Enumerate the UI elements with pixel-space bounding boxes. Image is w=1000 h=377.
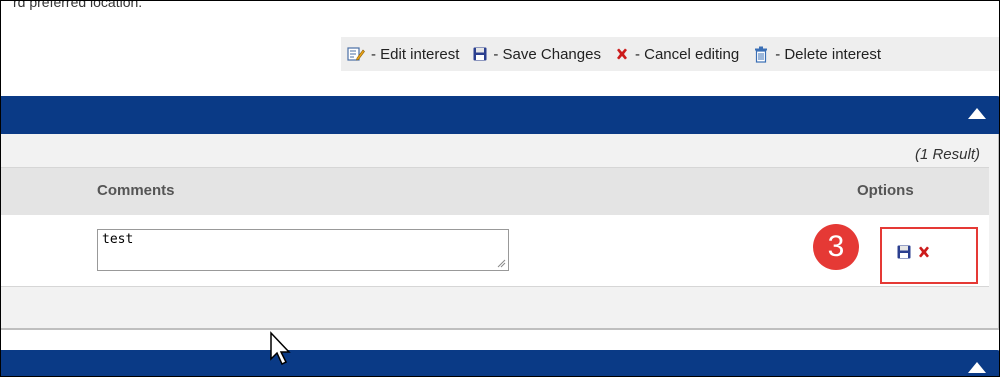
step-number-badge: 3: [813, 224, 859, 270]
floppy-disk-icon: [473, 47, 487, 61]
save-changes-button[interactable]: [897, 245, 911, 259]
comment-value: test: [102, 232, 134, 247]
floppy-disk-icon: [897, 245, 911, 259]
legend-cancel: - Cancel editing: [615, 46, 739, 63]
legend-delete: - Delete interest: [753, 46, 881, 63]
table-header: Comments Options: [1, 167, 989, 216]
legend-save: - Save Changes: [473, 46, 601, 63]
edit-pencil-icon: [347, 46, 365, 62]
row-actions: [897, 245, 931, 259]
resize-grip-icon[interactable]: [496, 258, 506, 268]
legend-cancel-label: - Cancel editing: [634, 45, 740, 63]
result-count: (1 Result): [914, 146, 980, 163]
red-x-icon: [615, 47, 629, 61]
comment-textarea[interactable]: test: [97, 229, 509, 271]
icon-legend: - Edit interest - Save Changes - Cancel …: [341, 37, 999, 71]
caret-up-icon[interactable]: [968, 108, 986, 119]
trash-can-icon: [753, 46, 769, 63]
instruction-text: rd preferred location.: [13, 0, 143, 10]
caret-up-icon[interactable]: [968, 362, 986, 373]
legend-edit-label: - Edit interest: [371, 45, 460, 63]
interests-panel: (1 Result) Comments Options test 3: [1, 134, 999, 330]
legend-save-label: - Save Changes: [493, 45, 601, 63]
column-header-comments: Comments: [97, 182, 175, 199]
panel-header: [1, 96, 999, 134]
cancel-editing-button[interactable]: [917, 245, 931, 259]
table-row: test 3: [1, 215, 989, 287]
column-header-options: Options: [857, 182, 914, 199]
mouse-cursor-icon: [270, 331, 291, 366]
second-panel-header: [1, 350, 999, 376]
legend-delete-label: - Delete interest: [775, 45, 882, 63]
red-x-icon: [919, 246, 929, 258]
screenshot-frame: rd preferred location. - Edit interest -…: [0, 0, 1000, 377]
legend-edit: - Edit interest: [347, 46, 459, 63]
